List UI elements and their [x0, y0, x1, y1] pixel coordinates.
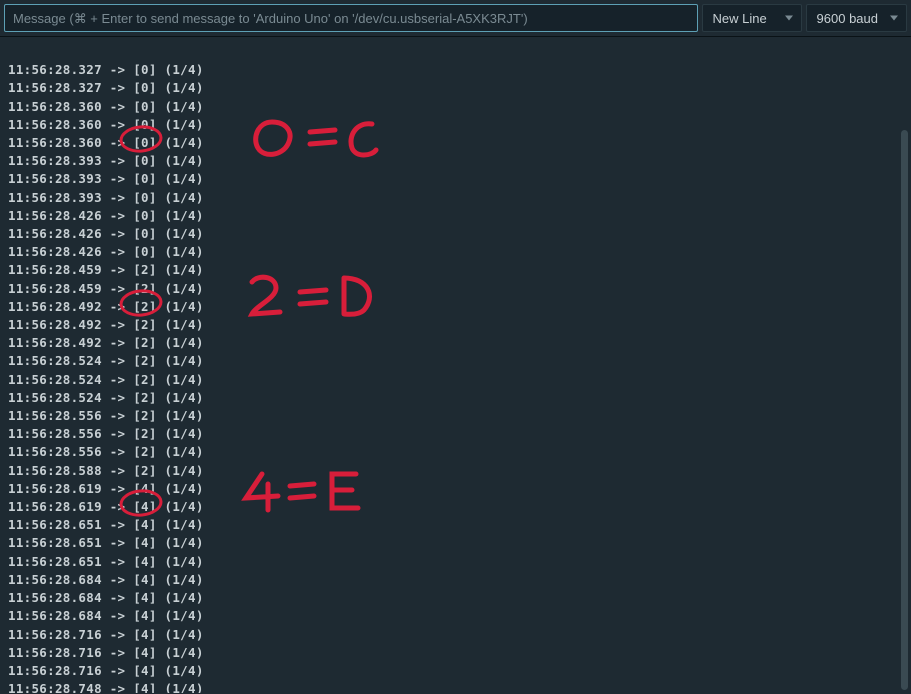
console-line: 11:56:28.716 -> [4] (1/4): [8, 626, 903, 644]
console-line: 11:56:28.426 -> [0] (1/4): [8, 207, 903, 225]
console-line: 11:56:28.556 -> [2] (1/4): [8, 407, 903, 425]
console-line: 11:56:28.684 -> [4] (1/4): [8, 571, 903, 589]
console-line: 11:56:28.716 -> [4] (1/4): [8, 644, 903, 662]
console-line: 11:56:28.393 -> [0] (1/4): [8, 152, 903, 170]
chevron-down-icon: [890, 16, 898, 21]
console-line: 11:56:28.393 -> [0] (1/4): [8, 189, 903, 207]
console-line: 11:56:28.524 -> [2] (1/4): [8, 352, 903, 370]
console-line: 11:56:28.748 -> [4] (1/4): [8, 680, 903, 693]
console-line: 11:56:28.524 -> [2] (1/4): [8, 371, 903, 389]
console-line: 11:56:28.459 -> [2] (1/4): [8, 261, 903, 279]
console-line: 11:56:28.684 -> [4] (1/4): [8, 589, 903, 607]
console-line: 11:56:28.492 -> [2] (1/4): [8, 316, 903, 334]
console-line: 11:56:28.651 -> [4] (1/4): [8, 534, 903, 552]
line-ending-label: New Line: [713, 11, 767, 26]
message-input[interactable]: [4, 4, 698, 32]
chevron-down-icon: [785, 16, 793, 21]
console-line: 11:56:28.393 -> [0] (1/4): [8, 170, 903, 188]
console-line: 11:56:28.619 -> [4] (1/4): [8, 498, 903, 516]
console-line: 11:56:28.360 -> [0] (1/4): [8, 98, 903, 116]
serial-monitor-toolbar: New Line 9600 baud: [0, 0, 911, 37]
console-line: 11:56:28.459 -> [2] (1/4): [8, 280, 903, 298]
console-line: 11:56:28.716 -> [4] (1/4): [8, 662, 903, 680]
console-line: 11:56:28.360 -> [0] (1/4): [8, 116, 903, 134]
baud-rate-label: 9600 baud: [817, 11, 878, 26]
console-line: 11:56:28.426 -> [0] (1/4): [8, 243, 903, 261]
serial-console-output[interactable]: 11:56:28.327 -> [0] (1/4)11:56:28.327 ->…: [0, 37, 911, 693]
console-line: 11:56:28.524 -> [2] (1/4): [8, 389, 903, 407]
baud-rate-dropdown[interactable]: 9600 baud: [806, 4, 907, 32]
line-ending-dropdown[interactable]: New Line: [702, 4, 802, 32]
scrollbar[interactable]: [901, 130, 908, 690]
console-line: 11:56:28.556 -> [2] (1/4): [8, 425, 903, 443]
console-line: 11:56:28.492 -> [2] (1/4): [8, 298, 903, 316]
console-line: 11:56:28.327 -> [0] (1/4): [8, 79, 903, 97]
console-line: 11:56:28.492 -> [2] (1/4): [8, 334, 903, 352]
console-line: 11:56:28.426 -> [0] (1/4): [8, 225, 903, 243]
console-line: 11:56:28.360 -> [0] (1/4): [8, 134, 903, 152]
console-line: 11:56:28.651 -> [4] (1/4): [8, 516, 903, 534]
console-line: 11:56:28.327 -> [0] (1/4): [8, 61, 903, 79]
console-line: 11:56:28.651 -> [4] (1/4): [8, 553, 903, 571]
console-line: 11:56:28.684 -> [4] (1/4): [8, 607, 903, 625]
console-line: 11:56:28.556 -> [2] (1/4): [8, 443, 903, 461]
console-line: 11:56:28.588 -> [2] (1/4): [8, 462, 903, 480]
console-line: 11:56:28.619 -> [4] (1/4): [8, 480, 903, 498]
